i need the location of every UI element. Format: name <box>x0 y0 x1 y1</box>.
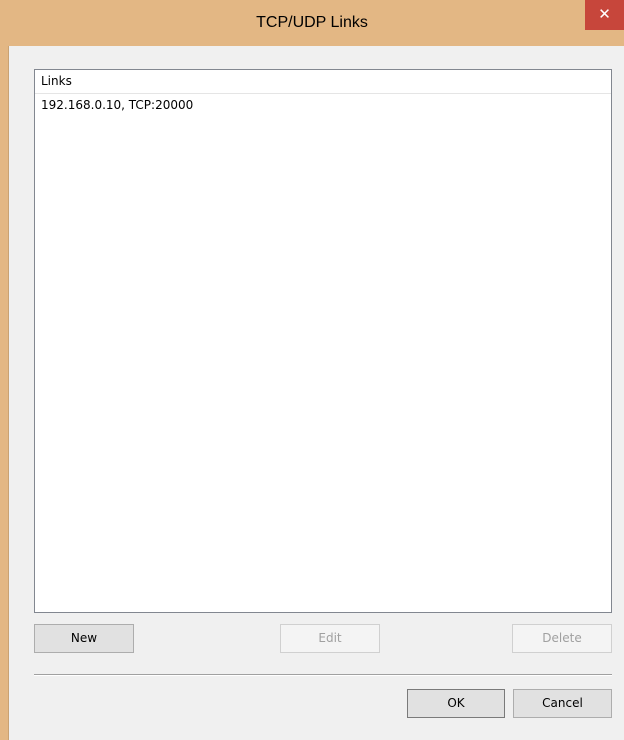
dialog-client-area: Links 192.168.0.10, TCP:20000 New Edit D… <box>8 46 624 740</box>
edit-button[interactable]: Edit <box>280 624 380 653</box>
list-item[interactable]: 192.168.0.10, TCP:20000 <box>35 95 611 115</box>
close-icon: ✕ <box>598 5 611 23</box>
window-title: TCP/UDP Links <box>256 14 368 31</box>
title-bar[interactable]: TCP/UDP Links ✕ <box>0 0 624 46</box>
close-button[interactable]: ✕ <box>585 0 624 30</box>
delete-button[interactable]: Delete <box>512 624 612 653</box>
links-list-rows: 192.168.0.10, TCP:20000 <box>35 95 611 115</box>
separator-line <box>34 674 612 676</box>
dialog-window: TCP/UDP Links ✕ Links 192.168.0.10, TCP:… <box>0 0 624 740</box>
links-list[interactable]: Links 192.168.0.10, TCP:20000 <box>34 69 612 613</box>
cancel-button[interactable]: Cancel <box>513 689 612 718</box>
new-button[interactable]: New <box>34 624 134 653</box>
ok-button[interactable]: OK <box>407 689 505 718</box>
links-column-header-label: Links <box>41 74 72 88</box>
links-column-header[interactable]: Links <box>35 70 611 94</box>
